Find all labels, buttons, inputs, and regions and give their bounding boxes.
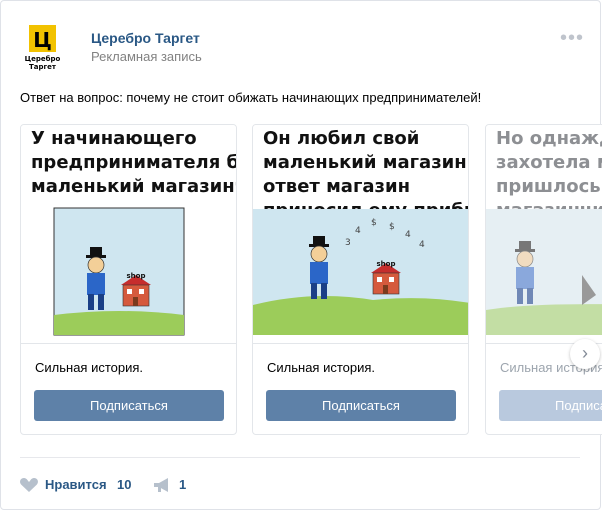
svg-text:4: 4 <box>355 226 361 236</box>
shop-sign: shop <box>377 260 396 268</box>
logo-text-2: Таргет <box>29 63 57 71</box>
svg-text:$: $ <box>389 222 395 232</box>
share-count: 1 <box>179 477 187 492</box>
footer-divider <box>20 457 580 458</box>
post-subtitle: Рекламная запись <box>91 49 202 64</box>
ad-post: Ц Церебро Таргет Церебро Таргет Рекламна… <box>0 0 602 510</box>
carousel-card[interactable]: У начинающего предпринимателя был малень… <box>20 124 237 435</box>
svg-text:3: 3 <box>345 238 351 248</box>
subscribe-button[interactable]: Подписаться <box>266 390 456 421</box>
more-actions-icon[interactable]: ••• <box>560 28 584 48</box>
comic-illustration <box>486 209 602 335</box>
ad-carousel: У начинающего предпринимателя был малень… <box>20 124 602 437</box>
card-caption: Сильная история. <box>35 360 144 375</box>
carousel-next-icon[interactable]: › <box>570 339 600 369</box>
shop-sign: shop <box>127 272 146 280</box>
comic-illustration: shop 34$ $44 <box>253 209 468 335</box>
svg-text:$: $ <box>371 218 377 228</box>
carousel-card[interactable]: Но однажды захотела мно пришлось за мага… <box>485 124 602 435</box>
card-caption: Сильная история. <box>267 360 376 375</box>
logo-text-1: Церебро <box>25 55 61 63</box>
brand-logo[interactable]: Ц Церебро Таргет <box>20 23 65 73</box>
card-image[interactable]: Он любил свой маленький магазин. В ответ… <box>253 125 468 344</box>
heart-icon[interactable] <box>19 477 39 493</box>
subscribe-button[interactable]: Подписаться <box>499 390 602 421</box>
megaphone-icon[interactable] <box>153 477 173 493</box>
logo-letter: Ц <box>33 28 52 52</box>
carousel-card[interactable]: Он любил свой маленький магазин. В ответ… <box>252 124 469 435</box>
post-text: Ответ на вопрос: почему не стоит обижать… <box>20 90 482 105</box>
like-count: 10 <box>117 477 132 492</box>
card-image[interactable]: Но однажды захотела мно пришлось за мага… <box>486 125 602 344</box>
author-name[interactable]: Церебро Таргет <box>91 30 200 46</box>
svg-text:4: 4 <box>419 240 425 250</box>
card-image[interactable]: У начинающего предпринимателя был малень… <box>21 125 236 344</box>
comic-illustration: shop <box>53 207 185 336</box>
like-button[interactable]: Нравится <box>45 477 107 492</box>
subscribe-button[interactable]: Подписаться <box>34 390 224 421</box>
svg-text:4: 4 <box>405 230 411 240</box>
